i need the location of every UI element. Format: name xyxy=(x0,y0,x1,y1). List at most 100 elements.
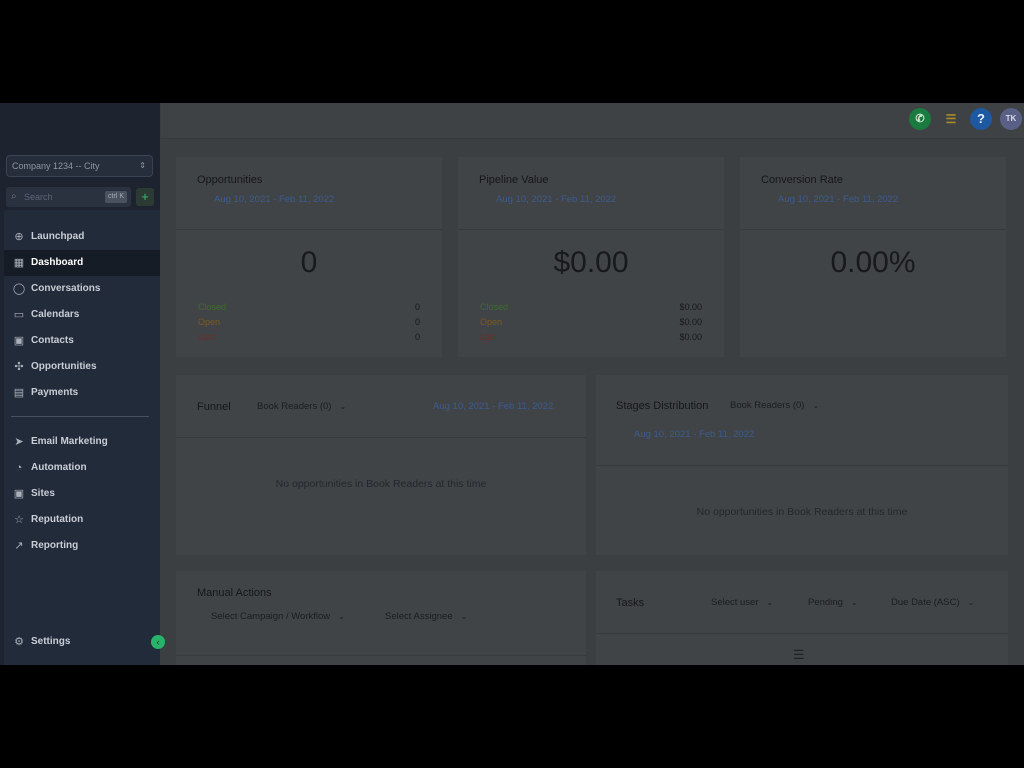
status-select[interactable]: Pending ⌄ xyxy=(808,597,858,608)
pipeline-total: $0.00 xyxy=(553,246,629,279)
sidebar-item-conversations[interactable]: ◯ Conversations xyxy=(4,276,160,302)
chevron-down-icon: ⌄ xyxy=(339,402,347,411)
sidebar-item-email-marketing[interactable]: ➤ Email Marketing xyxy=(4,429,160,455)
stages-empty-message: No opportunities in Book Readers at this… xyxy=(696,506,908,518)
sidebar-divider xyxy=(11,416,149,417)
sort-select-value: Due Date (ASC) xyxy=(891,597,960,608)
sidebar-item-label: Contacts xyxy=(31,335,74,346)
funnel-empty-message: No opportunities in Book Readers at this… xyxy=(275,478,487,490)
sidebar-item-contacts[interactable]: ▣ Contacts xyxy=(4,328,160,354)
opportunities-total: 0 xyxy=(300,246,318,279)
date-range-link[interactable]: Aug 10, 2021 - Feb 11, 2022 xyxy=(433,401,553,412)
company-switcher[interactable]: Company 1234 -- City ⇕ xyxy=(6,155,153,177)
chevron-down-icon: ⌄ xyxy=(850,598,858,607)
stat-row-open: Open $0.00 xyxy=(480,317,702,332)
assignee-select[interactable]: Select Assignee ⌄ xyxy=(385,611,467,622)
chevron-down-icon: ⌄ xyxy=(338,612,345,621)
pipeline-value-card: Pipeline Value Aug 10, 2021 - Feb 11, 20… xyxy=(458,157,724,357)
send-icon: ➤ xyxy=(14,436,24,448)
chevron-down-icon: ⌄ xyxy=(766,598,774,607)
date-range-link[interactable]: Aug 10, 2021 - Feb 11, 2022 xyxy=(778,194,898,205)
pipeline-select[interactable]: Book Readers (0) ⌄ xyxy=(730,400,819,411)
sidebar-item-calendars[interactable]: ▭ Calendars xyxy=(4,302,160,328)
tasks-card: Tasks Select user ⌄ Pending ⌄ Due Date (AS… xyxy=(596,571,1008,665)
sidebar-item-launchpad[interactable]: ⊕ Launchpad xyxy=(4,224,160,250)
card-divider xyxy=(596,633,1008,634)
date-range-link[interactable]: Aug 10, 2021 - Feb 11, 2022 xyxy=(214,194,334,205)
topbar: ✆ ☰ ? TK xyxy=(161,103,1024,139)
stat-row-closed: Closed 0 xyxy=(198,302,420,317)
quick-add-button[interactable]: + xyxy=(136,188,154,206)
sidebar-item-payments[interactable]: ▤ Payments xyxy=(4,380,160,406)
sidebar-item-label: Launchpad xyxy=(31,231,85,242)
trend-icon: ↗ xyxy=(14,540,24,552)
phone-button[interactable]: ✆ xyxy=(909,108,931,130)
chat-icon: ◯ xyxy=(12,283,26,295)
search-icon: ⌕ xyxy=(11,191,17,202)
sidebar-item-reporting[interactable]: ↗ Reporting xyxy=(4,533,160,559)
user-select[interactable]: Select user ⌄ xyxy=(711,597,773,608)
sites-icon: ▣ xyxy=(13,488,25,500)
tasks-button[interactable]: ☰ xyxy=(940,108,962,130)
conversion-rate-value: 0.00% xyxy=(830,246,916,279)
company-name: Company 1234 -- City xyxy=(12,161,100,171)
task-list-icon: ☰ xyxy=(793,647,805,662)
sidebar-item-label: Calendars xyxy=(31,309,80,320)
stat-label: Closed xyxy=(198,302,227,312)
launchpad-icon: ⊕ xyxy=(14,231,24,243)
card-title: Pipeline Value xyxy=(479,174,549,186)
sort-select[interactable]: Due Date (ASC) ⌄ xyxy=(891,597,974,608)
opportunities-icon: ✣ xyxy=(14,361,24,373)
sidebar-item-sites[interactable]: ▣ Sites xyxy=(4,481,160,507)
stat-label: Open xyxy=(480,317,503,327)
stages-distribution-card: Stages Distribution Book Readers (0) ⌄ Au… xyxy=(596,375,1008,555)
stat-row-open: Open 0 xyxy=(198,317,420,332)
stat-label: Closed xyxy=(480,302,509,312)
stat-label: Lost xyxy=(480,332,498,342)
collapse-sidebar-button[interactable]: ‹ xyxy=(151,635,165,649)
star-icon: ☆ xyxy=(14,514,24,526)
stat-row-lost: Lost $0.00 xyxy=(480,332,702,347)
sidebar-item-dashboard[interactable]: ▦ Dashboard xyxy=(4,250,160,276)
automation-icon: ◔ xyxy=(15,462,23,474)
app-window: Company 1234 -- City ⇕ ⌕ Search ctrl K +… xyxy=(0,103,1024,665)
pipeline-select-value: Book Readers (0) xyxy=(730,400,805,411)
chevron-updown-icon: ⇕ xyxy=(139,161,146,170)
card-divider xyxy=(176,229,442,230)
stat-row-closed: Closed $0.00 xyxy=(480,302,702,317)
card-title: Manual Actions xyxy=(197,587,272,599)
sidebar: Company 1234 -- City ⇕ ⌕ Search ctrl K +… xyxy=(0,103,165,665)
calendar-icon: ▭ xyxy=(13,309,25,321)
conversion-rate-card: Conversion Rate Aug 10, 2021 - Feb 11, 2… xyxy=(740,157,1006,357)
search-input[interactable]: ⌕ Search ctrl K xyxy=(6,187,131,207)
sidebar-item-automation[interactable]: ◔ Automation xyxy=(4,455,160,481)
pipeline-select[interactable]: Book Readers (0) ⌄ xyxy=(257,401,346,412)
card-title: Conversion Rate xyxy=(761,174,843,186)
avatar[interactable]: TK xyxy=(1000,108,1022,130)
help-button[interactable]: ? xyxy=(970,108,992,130)
sidebar-item-label: Opportunities xyxy=(31,361,97,372)
user-select-value: Select user xyxy=(711,597,759,608)
date-range-link[interactable]: Aug 10, 2021 - Feb 11, 2022 xyxy=(634,429,754,440)
card-title: Stages Distribution xyxy=(616,400,709,412)
list-icon: ☰ xyxy=(945,112,957,126)
sidebar-item-opportunities[interactable]: ✣ Opportunities xyxy=(4,354,160,380)
card-divider xyxy=(176,437,586,438)
card-divider xyxy=(740,229,1006,230)
sidebar-item-settings[interactable]: ⚙ Settings xyxy=(4,629,160,655)
date-range-link[interactable]: Aug 10, 2021 - Feb 11, 2022 xyxy=(496,194,616,205)
sidebar-item-label: Conversations xyxy=(31,283,101,294)
campaign-select-value: Select Campaign / Workflow xyxy=(211,611,331,622)
card-title: Tasks xyxy=(616,597,645,609)
dashboard-icon: ▦ xyxy=(13,257,25,269)
manual-actions-card: Manual Actions Select Campaign / Workflo… xyxy=(176,571,586,665)
stat-value: 0 xyxy=(414,302,420,312)
sidebar-item-label: Email Marketing xyxy=(31,436,108,447)
sidebar-item-reputation[interactable]: ☆ Reputation xyxy=(4,507,160,533)
payments-icon: ▤ xyxy=(13,387,25,399)
chevron-down-icon: ⌄ xyxy=(812,401,820,410)
phone-icon: ✆ xyxy=(915,113,925,125)
help-icon: ? xyxy=(977,111,985,126)
campaign-workflow-select[interactable]: Select Campaign / Workflow ⌄ xyxy=(211,611,345,622)
sidebar-item-label: Dashboard xyxy=(31,257,84,268)
